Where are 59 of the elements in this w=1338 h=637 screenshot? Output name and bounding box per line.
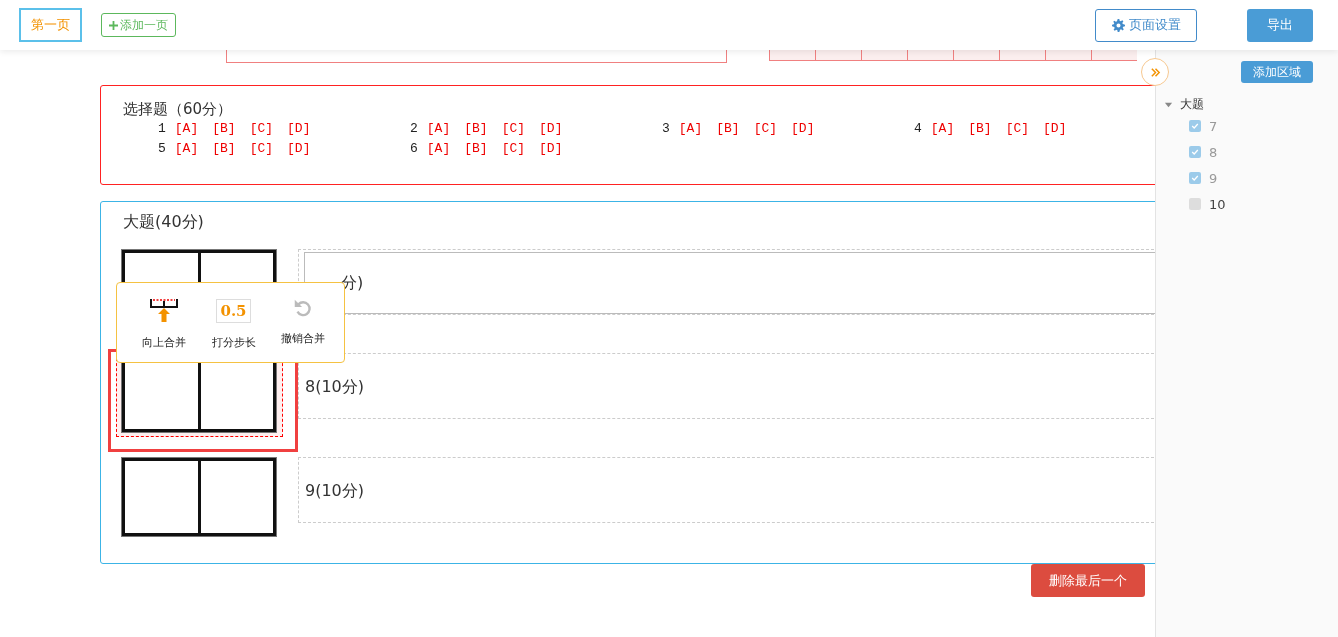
question-label: 分) — [341, 272, 364, 294]
option-mark: [D] — [539, 121, 563, 136]
checkbox[interactable] — [1189, 198, 1201, 210]
tree-item[interactable]: 9 — [1209, 170, 1218, 186]
page-settings-button[interactable]: 页面设置 — [1095, 8, 1197, 42]
tree-item[interactable]: 10 — [1209, 196, 1226, 212]
option-mark: [C] — [1005, 121, 1030, 136]
option-mark: [A] — [426, 141, 451, 156]
option-mark: [D] — [287, 141, 311, 156]
option-mark: [C] — [501, 121, 526, 136]
option-mark: [C] — [753, 121, 778, 136]
option-mark: [A] — [678, 121, 703, 136]
section-title: 选择题（60分） — [123, 100, 234, 119]
checkbox[interactable] — [1189, 146, 1201, 158]
option-mark: [B] — [212, 141, 236, 156]
option-mark: [B] — [464, 121, 488, 136]
option-mark: [A] — [426, 121, 451, 136]
checkbox[interactable] — [1189, 120, 1201, 132]
question-number: 4 — [914, 121, 922, 136]
option-mark: [B] — [464, 141, 488, 156]
tree-item[interactable]: 7 — [1209, 118, 1218, 134]
step-value-icon: 0.5 — [216, 299, 251, 323]
question-label: 8(10分) — [305, 376, 365, 398]
option-mark: [A] — [930, 121, 955, 136]
option-mark: [B] — [212, 121, 236, 136]
option-mark: [C] — [249, 121, 274, 136]
option-mark: [A] — [174, 121, 199, 136]
option-mark: [D] — [791, 121, 815, 136]
plus-icon — [109, 20, 118, 30]
export-button[interactable]: 导出 — [1247, 8, 1313, 42]
question-number: 5 — [158, 141, 166, 156]
tree-item[interactable]: 8 — [1209, 144, 1218, 160]
merge-up-icon — [149, 297, 178, 323]
delete-last-button[interactable]: 删除最后一个 — [1031, 564, 1145, 597]
tree-item[interactable]: 大题 — [1180, 95, 1204, 113]
option-mark: [D] — [539, 141, 563, 156]
option-mark: [A] — [174, 141, 199, 156]
option-mark: [B] — [968, 121, 992, 136]
question-number: 6 — [410, 141, 418, 156]
question-number: 1 — [158, 121, 166, 136]
merge-up-button[interactable]: 向上合并 — [129, 297, 199, 362]
score-grid[interactable] — [122, 458, 276, 536]
option-mark: [D] — [1043, 121, 1067, 136]
option-mark: [D] — [287, 121, 311, 136]
option-mark: [C] — [501, 141, 526, 156]
settings-icon — [1111, 18, 1125, 32]
option-mark: [B] — [716, 121, 740, 136]
chevron-double-icon — [1149, 66, 1161, 78]
checkbox[interactable] — [1189, 172, 1201, 184]
question-number: 2 — [410, 121, 418, 136]
section-title: 大题(40分) — [123, 212, 205, 233]
score-step-button[interactable]: 0.5 打分步长 — [198, 297, 269, 362]
add-area-button[interactable]: 添加区域 — [1241, 61, 1313, 83]
page-tab[interactable]: 第一页 — [19, 8, 82, 42]
option-mark: [C] — [249, 141, 274, 156]
question-number: 3 — [662, 121, 670, 136]
add-page-button[interactable]: 添加一页 — [101, 13, 176, 37]
question-label: 9(10分) — [305, 480, 365, 502]
collapse-button[interactable] — [1141, 58, 1169, 86]
